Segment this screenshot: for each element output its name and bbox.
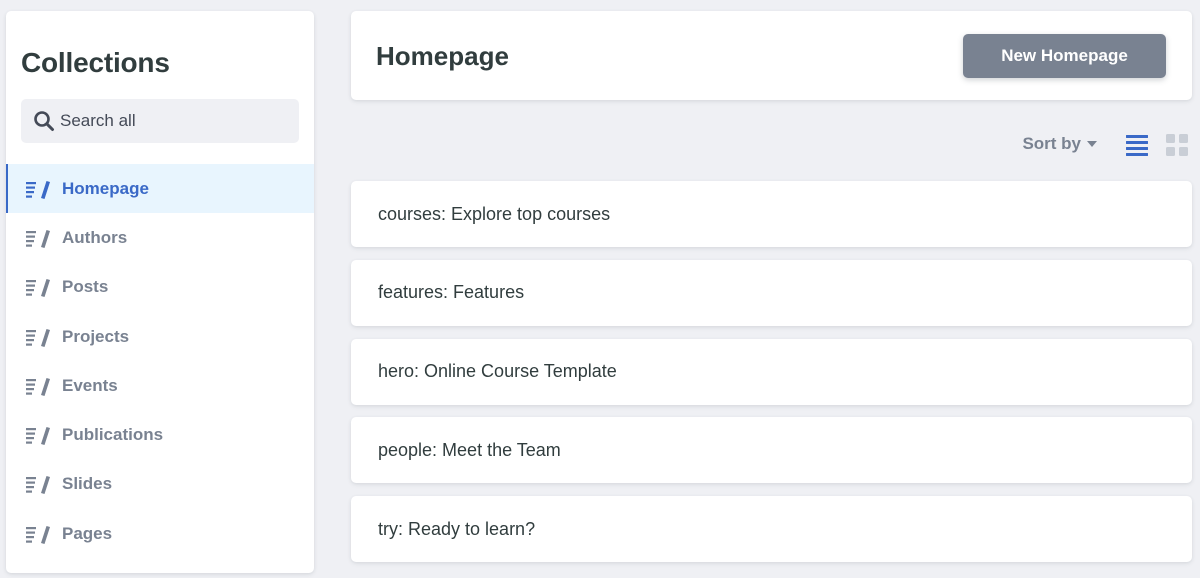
sort-label: Sort by xyxy=(1022,134,1081,153)
list-item[interactable]: hero: Online Course Template xyxy=(351,338,1192,405)
sidebar-item-label: Homepage xyxy=(62,178,149,198)
sort-dropdown[interactable]: Sort by xyxy=(1022,134,1097,154)
sidebar-item-slides[interactable]: Slides xyxy=(6,460,314,509)
collection-icon xyxy=(26,227,50,249)
collection-icon xyxy=(26,375,50,397)
sidebar-item-label: Posts xyxy=(62,277,109,297)
collection-icon xyxy=(26,178,50,200)
collection-icon xyxy=(26,326,50,348)
search-box[interactable]: Search all xyxy=(21,99,299,143)
sidebar-item-events[interactable]: Events xyxy=(6,361,314,410)
sidebar-title: Collections xyxy=(21,47,170,78)
page-title: Homepage xyxy=(376,41,509,71)
sidebar-item-label: Pages xyxy=(62,523,113,543)
search-input[interactable]: Search all xyxy=(60,111,136,131)
sidebar-item-label: Authors xyxy=(62,227,128,247)
sidebar-item-posts[interactable]: Posts xyxy=(6,263,314,312)
sidebar-item-label: Projects xyxy=(62,326,130,346)
entry-list: courses: Explore top courses features: F… xyxy=(351,181,1192,575)
sidebar-item-label: Events xyxy=(62,375,118,395)
grid-view-icon[interactable] xyxy=(1165,133,1189,157)
sidebar-item-homepage[interactable]: Homepage xyxy=(6,164,314,214)
list-view-icon[interactable] xyxy=(1126,133,1148,157)
collection-list: Homepage Authors Posts Projects Events P… xyxy=(6,164,314,558)
sidebar-item-authors[interactable]: Authors xyxy=(6,213,314,262)
collection-icon xyxy=(26,523,50,545)
collection-icon xyxy=(26,276,50,298)
search-icon xyxy=(33,110,55,132)
sidebar-item-projects[interactable]: Projects xyxy=(6,312,314,361)
collections-sidebar: Collections Search all Homepage Authors xyxy=(6,11,314,573)
list-item[interactable]: courses: Explore top courses xyxy=(351,181,1192,247)
list-item[interactable]: features: Features xyxy=(351,259,1192,326)
sidebar-item-label: Publications xyxy=(62,425,164,445)
new-entry-button[interactable]: New Homepage xyxy=(963,34,1166,78)
sidebar-item-label: Slides xyxy=(62,474,113,494)
collection-header: Homepage New Homepage xyxy=(351,11,1192,100)
caret-down-icon xyxy=(1087,141,1097,147)
list-item[interactable]: people: Meet the Team xyxy=(351,417,1192,484)
sidebar-item-pages[interactable]: Pages xyxy=(6,509,314,558)
collection-icon xyxy=(26,473,50,495)
sidebar-item-publications[interactable]: Publications xyxy=(6,410,314,459)
list-item[interactable]: try: Ready to learn? xyxy=(351,496,1192,563)
collection-icon xyxy=(26,424,50,446)
list-toolbar: Sort by xyxy=(351,128,1192,164)
